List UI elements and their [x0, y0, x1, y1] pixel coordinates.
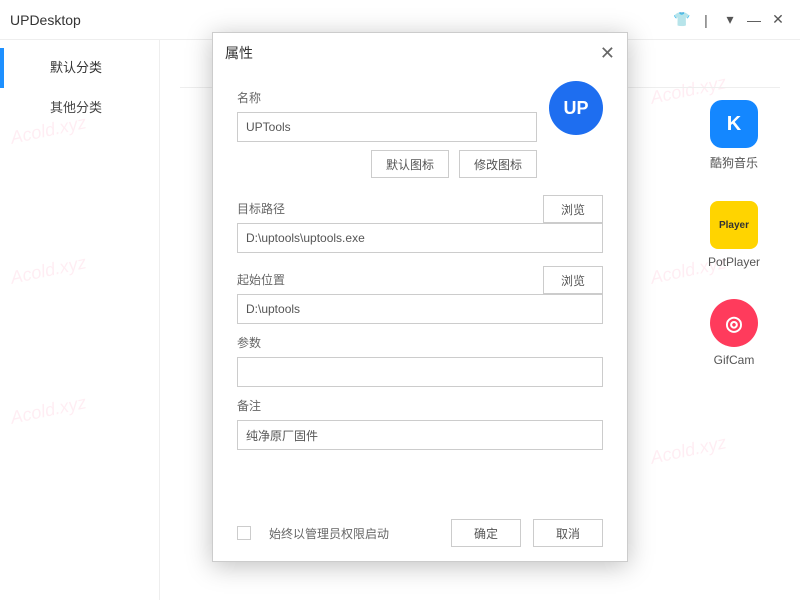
up-icon: UP	[549, 81, 603, 135]
args-input[interactable]	[237, 357, 603, 387]
admin-checkbox[interactable]	[237, 526, 251, 540]
target-input[interactable]	[237, 223, 603, 253]
close-icon[interactable]: ✕	[600, 43, 615, 64]
modal-header: 属性 ✕	[213, 33, 627, 73]
browse-start-button[interactable]: 浏览	[543, 266, 603, 294]
cancel-button[interactable]: 取消	[533, 519, 603, 547]
ok-button[interactable]: 确定	[451, 519, 521, 547]
start-input[interactable]	[237, 294, 603, 324]
remark-input[interactable]	[237, 420, 603, 450]
modal-footer: 始终以管理员权限启动 确定 取消	[213, 505, 627, 561]
default-icon-button[interactable]: 默认图标	[371, 150, 449, 178]
name-label: 名称	[237, 89, 537, 106]
change-icon-button[interactable]: 修改图标	[459, 150, 537, 178]
modal-body: 名称 默认图标 修改图标 UP 目标路径 浏览 起始位置	[213, 73, 627, 505]
start-label: 起始位置	[237, 271, 531, 288]
admin-label: 始终以管理员权限启动	[269, 525, 439, 542]
remark-label: 备注	[237, 397, 603, 414]
modal-overlay: 属性 ✕ 名称 默认图标 修改图标 UP 目标路径 浏览	[0, 0, 800, 600]
args-label: 参数	[237, 334, 603, 351]
modal-title: 属性	[225, 43, 600, 63]
name-row: 名称 默认图标 修改图标 UP	[237, 81, 603, 178]
target-label: 目标路径	[237, 200, 531, 217]
properties-modal: 属性 ✕ 名称 默认图标 修改图标 UP 目标路径 浏览	[212, 32, 628, 562]
name-input[interactable]	[237, 112, 537, 142]
browse-target-button[interactable]: 浏览	[543, 195, 603, 223]
